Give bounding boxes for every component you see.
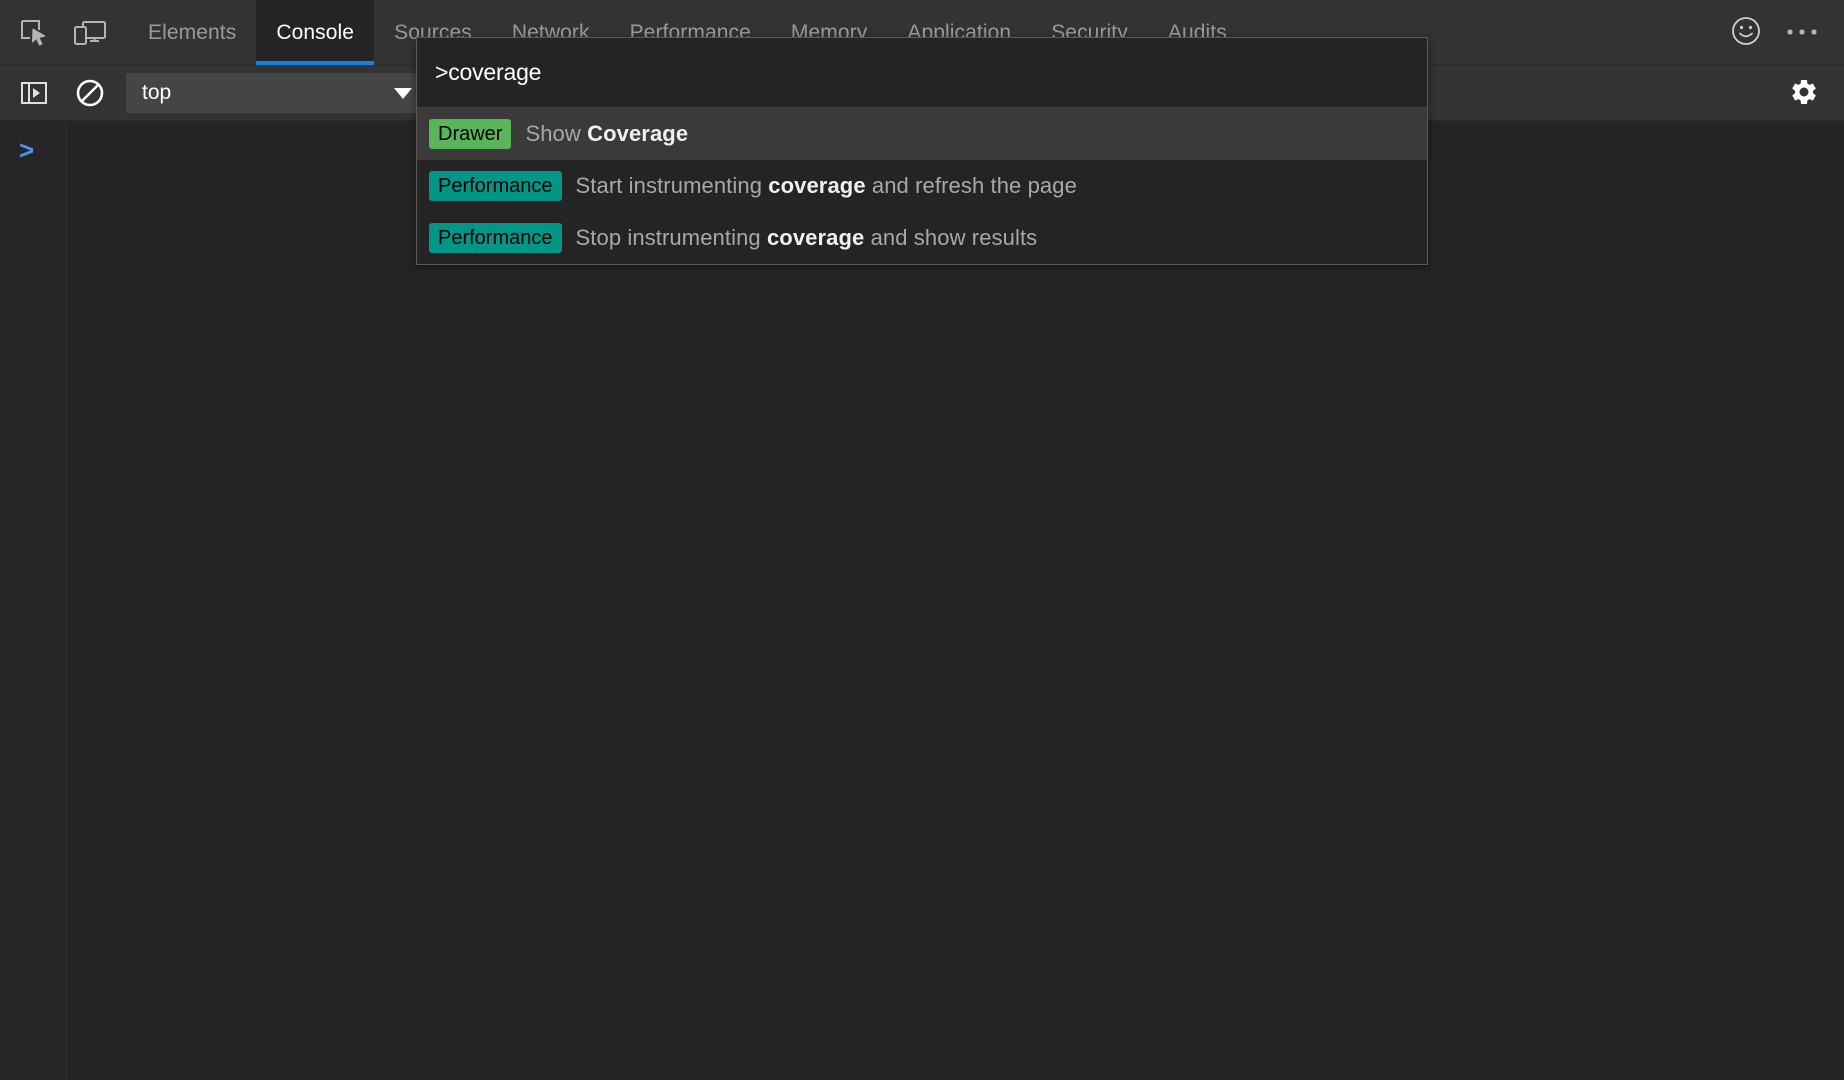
command-label: Show Coverage <box>525 121 688 147</box>
command-label-prefix: Show <box>525 121 587 146</box>
command-palette-item[interactable]: Performance Start instrumenting coverage… <box>417 160 1427 212</box>
console-sidebar-toggle-icon <box>20 79 48 107</box>
command-label-match: coverage <box>767 225 864 250</box>
clear-console-icon <box>75 78 105 108</box>
tabbar-actions <box>1718 0 1844 65</box>
command-palette-results: Drawer Show Coverage Performance Start i… <box>417 108 1427 264</box>
command-label-prefix: Start instrumenting <box>576 173 769 198</box>
console-prompt-chevron-icon: > <box>19 137 34 163</box>
console-toolbar-actions <box>1776 65 1844 121</box>
command-palette-item[interactable]: Drawer Show Coverage <box>417 108 1427 160</box>
command-label-suffix: and show results <box>864 225 1037 250</box>
console-prompt-row[interactable]: > <box>19 137 34 163</box>
console-sidebar-toggle-button[interactable] <box>6 79 62 107</box>
command-palette-input[interactable] <box>429 59 1415 86</box>
command-category-badge: Drawer <box>429 119 511 149</box>
command-label: Stop instrumenting coverage and show res… <box>576 225 1038 251</box>
toggle-device-toolbar-button[interactable] <box>62 0 118 65</box>
clear-console-button[interactable] <box>62 78 118 108</box>
command-category-badge: Performance <box>429 223 562 253</box>
command-label-suffix: and refresh the page <box>866 173 1077 198</box>
command-category-badge: Performance <box>429 171 562 201</box>
command-label-prefix: Stop instrumenting <box>576 225 767 250</box>
inspect-element-button[interactable] <box>6 0 62 65</box>
command-palette-item[interactable]: Performance Stop instrumenting coverage … <box>417 212 1427 264</box>
device-toolbar-icon <box>73 20 107 46</box>
more-options-button[interactable] <box>1774 5 1830 61</box>
command-label-match: coverage <box>768 173 865 198</box>
execution-context-value: top <box>142 81 171 105</box>
feedback-button[interactable] <box>1718 5 1774 61</box>
execution-context-select[interactable]: top <box>126 73 428 113</box>
tab-console[interactable]: Console <box>256 0 374 65</box>
chevron-down-icon <box>394 88 412 99</box>
devtools-window: Elements Console Sources Network Perform… <box>0 0 1844 1080</box>
command-palette-input-row <box>417 38 1427 108</box>
settings-button[interactable] <box>1776 65 1832 121</box>
command-label: Start instrumenting coverage and refresh… <box>576 173 1077 199</box>
tab-elements[interactable]: Elements <box>128 0 256 65</box>
more-options-icon <box>1786 25 1818 40</box>
gear-icon <box>1789 77 1819 110</box>
smiley-face-icon <box>1730 15 1762 50</box>
console-sidebar <box>0 121 67 1080</box>
inspect-element-icon <box>19 18 49 48</box>
command-label-match: Coverage <box>587 121 688 146</box>
command-palette: Drawer Show Coverage Performance Start i… <box>416 37 1428 265</box>
